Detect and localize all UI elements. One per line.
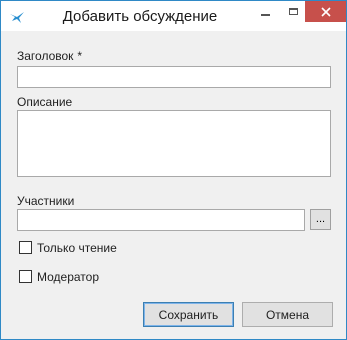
participants-label: Участники (17, 194, 75, 208)
close-button[interactable] (305, 1, 346, 22)
minimize-icon (261, 13, 270, 16)
participants-input[interactable] (17, 209, 305, 231)
readonly-checkbox[interactable] (19, 241, 32, 254)
close-icon (320, 6, 331, 17)
window-title: Добавить обсуждение (62, 8, 218, 25)
maximize-icon (289, 8, 298, 15)
description-textarea[interactable] (17, 110, 331, 177)
maximize-button[interactable] (280, 1, 307, 22)
save-button[interactable]: Сохранить (143, 302, 234, 327)
required-mark: * (77, 49, 83, 63)
dialog-body: Заголовок * Описание Участники ... Только… (1, 31, 346, 339)
moderator-label[interactable]: Модератор (37, 270, 99, 284)
browse-participants-button[interactable]: ... (310, 209, 331, 230)
title-input[interactable] (17, 66, 331, 88)
description-label: Описание (17, 95, 73, 109)
cancel-button[interactable]: Отмена (242, 302, 333, 327)
title-bar: Добавить обсуждение (1, 1, 346, 31)
title-label: Заголовок * (17, 49, 82, 63)
moderator-checkbox[interactable] (19, 270, 32, 283)
dialog-window: Добавить обсуждение Заголовок * Описание … (0, 0, 347, 340)
readonly-label[interactable]: Только чтение (37, 241, 117, 255)
title-label-text: Заголовок (17, 49, 74, 63)
minimize-button[interactable] (252, 1, 279, 22)
